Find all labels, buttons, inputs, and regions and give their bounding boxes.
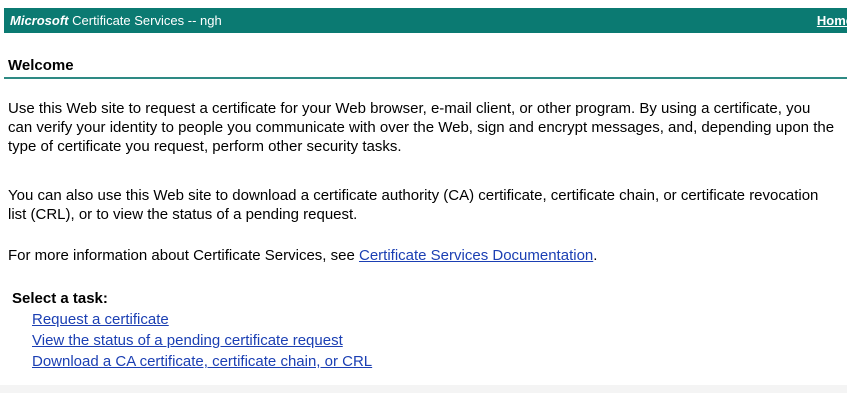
download-paragraph: You can also use this Web site to downlo… — [8, 187, 819, 223]
task-item: View the status of a pending certificate… — [32, 330, 372, 351]
header-title: Microsoft Certificate Services -- ngh — [10, 13, 222, 28]
request-certificate-link[interactable]: Request a certificate — [32, 311, 169, 328]
select-task-heading: Select a task: — [12, 290, 108, 307]
server-name: ngh — [200, 13, 222, 28]
more-info-suffix: . — [593, 247, 598, 264]
home-link[interactable]: Home — [817, 13, 847, 28]
documentation-link[interactable]: Certificate Services Documentation — [359, 247, 593, 264]
task-item: Download a CA certificate, certificate c… — [32, 351, 372, 372]
certificate-services-page: Microsoft Certificate Services -- ngh Ho… — [0, 0, 847, 393]
view-pending-status-link[interactable]: View the status of a pending certificate… — [32, 332, 343, 349]
service-title: Certificate Services — [72, 13, 185, 28]
title-separator: -- — [187, 13, 197, 28]
header-bar: Microsoft Certificate Services -- ngh Ho… — [4, 8, 847, 33]
microsoft-brand: Microsoft — [10, 13, 69, 28]
intro-paragraph: Use this Web site to request a certifica… — [8, 100, 835, 155]
more-info-prefix: For more information about Certificate S… — [8, 247, 359, 264]
task-list: Request a certificate View the status of… — [32, 309, 372, 372]
more-info-paragraph: For more information about Certificate S… — [8, 246, 838, 265]
task-item: Request a certificate — [32, 309, 372, 330]
welcome-divider — [4, 77, 847, 79]
welcome-heading: Welcome — [8, 57, 74, 74]
bottom-edge — [0, 385, 847, 393]
download-ca-certificate-link[interactable]: Download a CA certificate, certificate c… — [32, 353, 372, 370]
